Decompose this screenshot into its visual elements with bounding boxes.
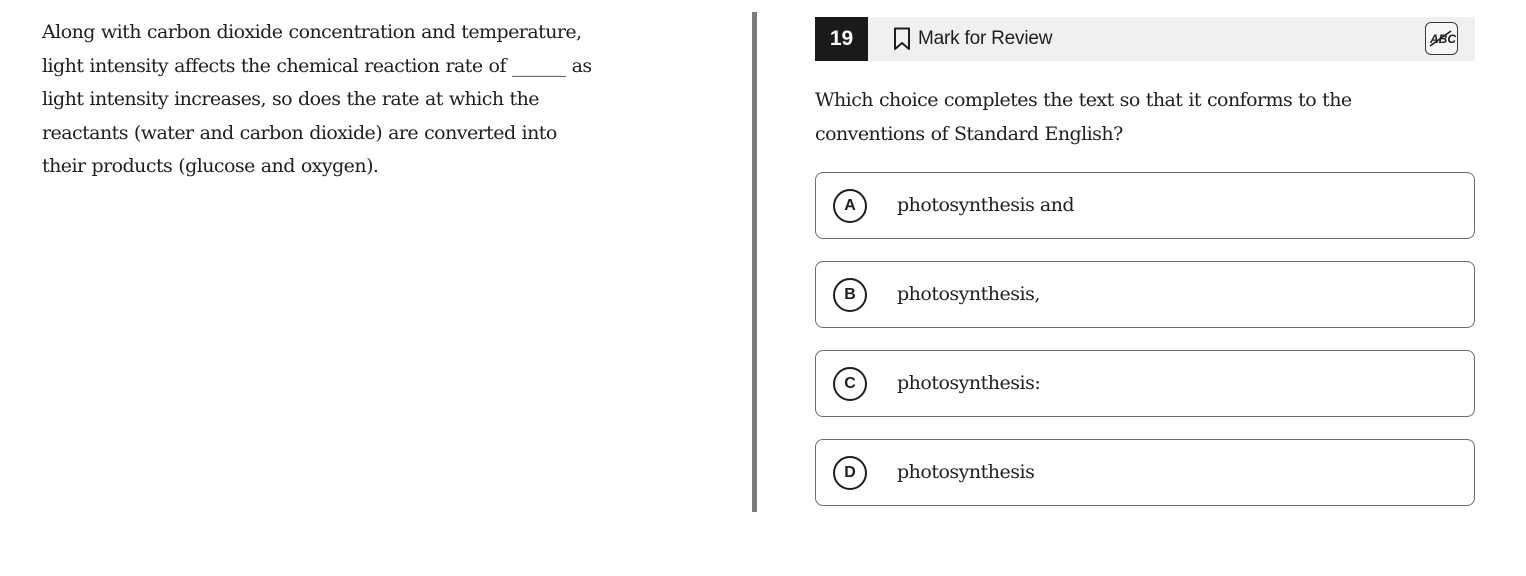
- answer-eliminator-button[interactable]: ABC: [1425, 22, 1458, 55]
- passage-text: Along with carbon dioxide concentration …: [42, 16, 682, 184]
- choice-letter-badge: C: [833, 366, 867, 401]
- choice-text: photosynthesis:: [897, 372, 1041, 394]
- prompt-line: conventions of Standard English?: [815, 122, 1123, 145]
- question-prompt: Which choice completes the text so that …: [815, 84, 1475, 151]
- choice-b[interactable]: B photosynthesis,: [815, 261, 1475, 328]
- choice-a[interactable]: A photosynthesis and: [815, 172, 1475, 239]
- abc-strikethrough-icon: ABC: [1426, 23, 1457, 53]
- passage-line: Along with carbon dioxide concentration …: [42, 21, 582, 43]
- choice-text: photosynthesis and: [897, 194, 1075, 216]
- prompt-line: Which choice completes the text so that …: [815, 89, 1352, 111]
- mark-for-review-button[interactable]: Mark for Review: [893, 17, 1052, 61]
- passage-line: light intensity increases, so does the r…: [42, 88, 540, 111]
- question-header: 19 Mark for Review ABC: [815, 17, 1475, 61]
- choice-letter-badge: D: [833, 455, 867, 490]
- choice-c[interactable]: C photosynthesis:: [815, 350, 1475, 417]
- question-number: 19: [815, 17, 868, 61]
- bookmark-icon: [893, 27, 911, 51]
- passage-line: light intensity affects the chemical rea…: [42, 54, 592, 77]
- choice-text: photosynthesis: [897, 461, 1035, 483]
- passage-line: their products (glucose and oxygen).: [42, 155, 379, 178]
- choice-text: photosynthesis,: [897, 283, 1040, 305]
- choice-d[interactable]: D photosynthesis: [815, 439, 1475, 506]
- pane-divider[interactable]: [752, 12, 757, 512]
- choice-letter-badge: B: [833, 277, 867, 312]
- header-dashed-divider: [815, 60, 1475, 66]
- passage-line: reactants (water and carbon dioxide) are…: [42, 121, 557, 144]
- choice-letter-badge: A: [833, 188, 867, 223]
- mark-for-review-label: Mark for Review: [918, 28, 1053, 49]
